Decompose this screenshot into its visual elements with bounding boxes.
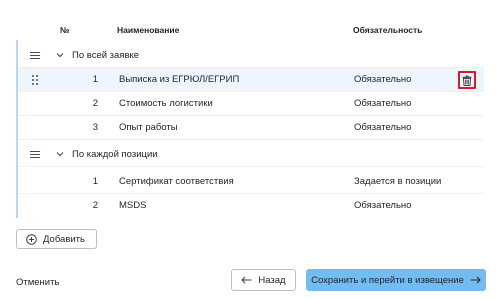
drag-handle-icon[interactable] bbox=[32, 75, 38, 85]
group-label: По каждой позиции bbox=[72, 149, 158, 160]
group-label: По всей заявке bbox=[72, 50, 140, 61]
list-icon bbox=[30, 151, 40, 159]
arrow-right-icon bbox=[470, 276, 481, 284]
group-row[interactable]: По каждой позиции bbox=[18, 143, 484, 167]
trash-icon bbox=[462, 75, 472, 86]
table-row[interactable]: 1 Выписка из ЕГРЮЛ/ЕГРИП Обязательно bbox=[18, 68, 484, 92]
row-number: 1 bbox=[92, 176, 98, 187]
list-icon bbox=[30, 52, 40, 60]
save-and-continue-button[interactable]: Сохранить и перейти в извещение bbox=[306, 269, 486, 291]
row-requirement: Обязательно bbox=[354, 200, 412, 211]
chevron-down-icon[interactable] bbox=[56, 51, 64, 59]
table-row[interactable]: 1 Сертификат соответствия Задается в поз… bbox=[18, 170, 484, 194]
back-button[interactable]: Назад bbox=[231, 269, 296, 291]
back-button-label: Назад bbox=[258, 274, 286, 286]
requirements-table: По всей заявке 1 Выписка из ЕГРЮЛ/ЕГРИП … bbox=[16, 40, 484, 218]
row-requirement: Обязательно bbox=[354, 122, 412, 133]
column-header-requirement: Обязательность bbox=[353, 25, 423, 35]
table-row[interactable]: 2 Стоимость логистики Обязательно bbox=[18, 92, 484, 116]
row-requirement: Обязательно bbox=[354, 98, 412, 109]
row-requirement: Задается в позиции bbox=[354, 176, 442, 187]
add-button[interactable]: Добавить bbox=[16, 229, 97, 249]
delete-row-button[interactable] bbox=[458, 71, 476, 89]
add-button-label: Добавить bbox=[43, 233, 85, 245]
arrow-left-icon bbox=[241, 276, 252, 284]
row-number: 1 bbox=[92, 74, 98, 85]
column-header-num: № bbox=[60, 25, 70, 35]
plus-circle-icon bbox=[26, 233, 37, 245]
row-number: 3 bbox=[92, 122, 98, 133]
row-name: Опыт работы bbox=[119, 122, 178, 133]
group-row[interactable]: По всей заявке bbox=[18, 44, 484, 68]
row-name: Выписка из ЕГРЮЛ/ЕГРИП bbox=[119, 74, 240, 85]
chevron-down-icon[interactable] bbox=[56, 150, 64, 158]
row-name: Сертификат соответствия bbox=[119, 176, 234, 187]
column-header-name: Наименование bbox=[117, 25, 180, 35]
row-number: 2 bbox=[92, 98, 98, 109]
save-button-label: Сохранить и перейти в извещение bbox=[311, 274, 464, 286]
row-number: 2 bbox=[92, 200, 98, 211]
table-row[interactable]: 3 Опыт работы Обязательно bbox=[18, 116, 484, 140]
cancel-button[interactable]: Отменить bbox=[16, 277, 59, 288]
row-name: MSDS bbox=[119, 200, 147, 211]
table-header: № Наименование Обязательность bbox=[0, 22, 500, 40]
table-row[interactable]: 2 MSDS Обязательно bbox=[18, 194, 484, 218]
row-name: Стоимость логистики bbox=[119, 98, 213, 109]
row-requirement: Обязательно bbox=[354, 74, 412, 85]
